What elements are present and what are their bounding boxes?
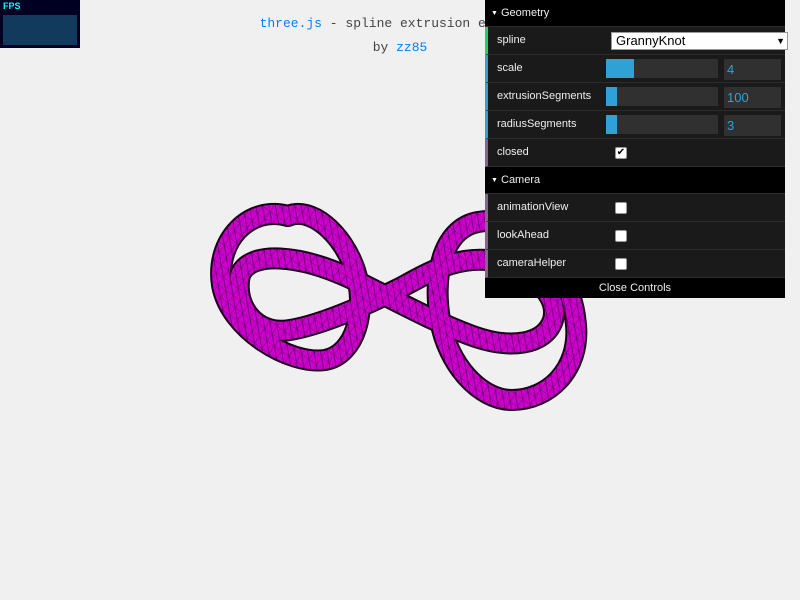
scale-row: scale 4: [485, 55, 785, 83]
spline-select[interactable]: GrannyKnot ▼: [611, 32, 788, 50]
closed-row: closed ✔: [485, 139, 785, 167]
radius-segments-label: radiusSegments: [497, 118, 577, 130]
camera-helper-checkbox[interactable]: [615, 258, 627, 270]
extrusion-segments-row: extrusionSegments 100: [485, 83, 785, 111]
caret-down-icon: ▼: [491, 10, 498, 17]
look-ahead-row: lookAhead: [485, 222, 785, 250]
info-by-prefix: by: [372, 40, 397, 55]
radius-segments-row: radiusSegments 3: [485, 111, 785, 139]
author-link[interactable]: zz85: [396, 40, 427, 55]
dat-gui-panel: ▼ Geometry spline GrannyKnot ▼ scale 4 e…: [485, 0, 788, 298]
camera-helper-row: cameraHelper: [485, 250, 785, 278]
look-ahead-checkbox[interactable]: [615, 230, 627, 242]
animation-view-label: animationView: [497, 201, 569, 213]
animation-view-row: animationView: [485, 194, 785, 222]
animation-view-checkbox[interactable]: [615, 202, 627, 214]
caret-down-icon: ▼: [491, 177, 498, 184]
scale-slider[interactable]: [606, 59, 718, 78]
radius-segments-input[interactable]: 3: [724, 115, 781, 136]
geometry-folder-label: Geometry: [501, 7, 550, 19]
scale-input[interactable]: 4: [724, 59, 781, 80]
scale-label: scale: [497, 62, 523, 74]
chevron-down-icon: ▼: [776, 36, 785, 46]
closed-label: closed: [497, 146, 529, 158]
extrusion-segments-slider[interactable]: [606, 87, 718, 106]
scale-slider-fill: [606, 59, 634, 78]
extrusion-segments-input[interactable]: 100: [724, 87, 781, 108]
closed-checkbox[interactable]: ✔: [615, 147, 627, 159]
radius-segments-slider-fill: [606, 115, 618, 134]
camera-folder-title[interactable]: ▼ Camera: [485, 167, 785, 194]
camera-folder-label: Camera: [501, 174, 541, 186]
threejs-link[interactable]: three.js: [260, 16, 322, 31]
geometry-folder-title[interactable]: ▼ Geometry: [485, 0, 785, 27]
spline-label: spline: [497, 34, 526, 46]
radius-segments-slider[interactable]: [606, 115, 718, 134]
extrusion-segments-label: extrusionSegments: [497, 90, 592, 102]
camera-helper-label: cameraHelper: [497, 257, 567, 269]
spline-row: spline GrannyKnot ▼: [485, 27, 788, 55]
spline-select-value: GrannyKnot: [616, 33, 686, 48]
close-controls-button[interactable]: Close Controls: [485, 278, 785, 298]
look-ahead-label: lookAhead: [497, 229, 549, 241]
extrusion-segments-slider-fill: [606, 87, 618, 106]
